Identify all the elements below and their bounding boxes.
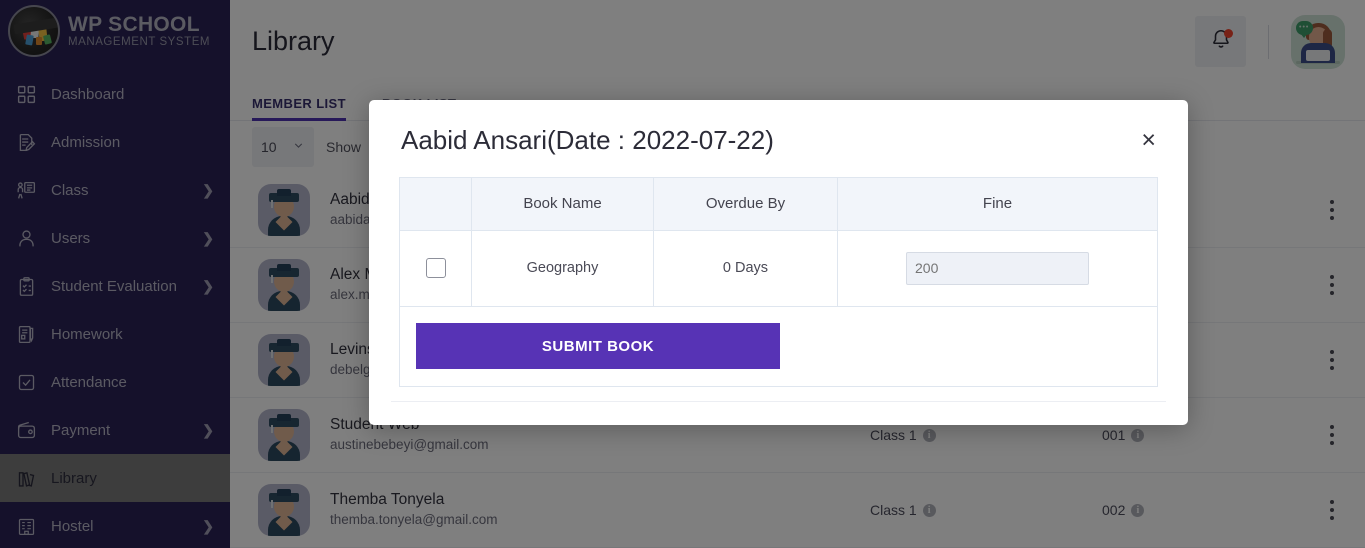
book-select-cell <box>399 229 472 307</box>
modal-footer <box>391 401 1166 425</box>
book-row: Geography 0 Days <box>399 229 1158 307</box>
overdue-books-table: Book Name Overdue By Fine Geography 0 Da… <box>399 176 1158 387</box>
submit-cell: SUBMIT BOOK <box>399 305 1158 387</box>
modal-body: Book Name Overdue By Fine Geography 0 Da… <box>369 176 1188 389</box>
modal-title: Aabid Ansari(Date : 2022-07-22) <box>401 125 774 155</box>
app-root: WP SCHOOL MANAGEMENT SYSTEM Dashboard Ad… <box>0 0 1365 548</box>
column-header-book-name: Book Name <box>471 176 654 231</box>
submit-row: SUBMIT BOOK <box>399 305 1158 387</box>
book-select-checkbox[interactable] <box>425 258 446 279</box>
modal-header: Aabid Ansari(Date : 2022-07-22) × <box>369 100 1188 177</box>
fine-cell <box>837 229 1158 307</box>
submit-book-button[interactable]: SUBMIT BOOK <box>416 323 780 370</box>
table-header-row: Book Name Overdue By Fine <box>399 176 1158 231</box>
close-icon[interactable]: × <box>1139 128 1158 153</box>
book-name-cell: Geography <box>471 229 654 307</box>
column-header-select <box>399 176 472 231</box>
overdue-by-cell: 0 Days <box>653 229 838 307</box>
column-header-fine: Fine <box>837 176 1158 231</box>
submit-book-modal: Aabid Ansari(Date : 2022-07-22) × Book N… <box>369 100 1188 425</box>
column-header-overdue-by: Overdue By <box>653 176 838 231</box>
fine-input[interactable] <box>906 251 1089 285</box>
